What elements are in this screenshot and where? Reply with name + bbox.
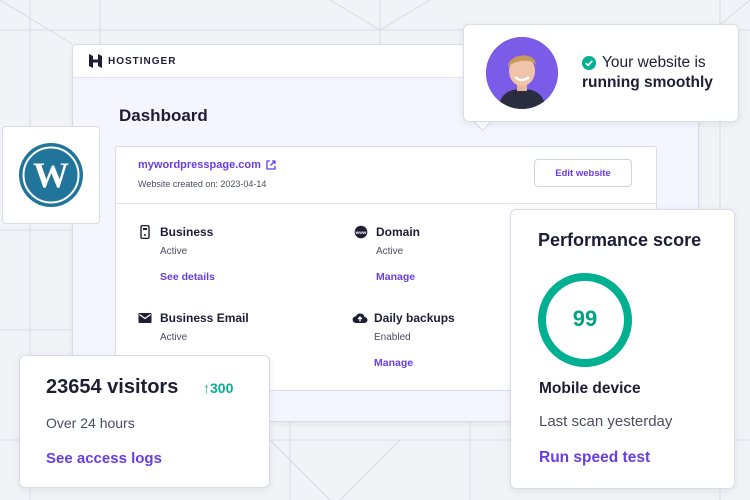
hostinger-logo-icon	[89, 54, 102, 68]
external-link-icon	[266, 160, 276, 170]
arrow-up-icon: ↑	[203, 380, 210, 396]
service-title: Business Email	[160, 311, 249, 325]
svg-text:www: www	[355, 230, 367, 235]
status-line-2: running smoothly	[582, 74, 713, 91]
website-domain: mywordpresspage.com	[138, 159, 261, 171]
avatar	[486, 37, 558, 109]
mail-icon	[138, 313, 152, 323]
status-bubble: Your website is running smoothly	[463, 24, 739, 122]
check-circle-icon	[582, 56, 596, 70]
service-status: Active	[376, 246, 404, 257]
svg-text:W: W	[33, 155, 69, 195]
visitors-card: 23654 visitors ↑300 Over 24 hours See ac…	[19, 355, 270, 488]
page-title: Dashboard	[119, 106, 208, 125]
service-title: Business	[160, 225, 214, 239]
manage-domain-link[interactable]: Manage	[376, 271, 415, 283]
run-speed-test-link[interactable]: Run speed test	[539, 449, 650, 467]
see-details-link[interactable]: See details	[160, 271, 215, 283]
cloud-upload-icon	[352, 313, 368, 323]
status-message: Your website is running smoothly	[582, 53, 713, 93]
last-scan: Last scan yesterday	[539, 413, 673, 430]
website-created-date: Website created on: 2023-04-14	[138, 179, 267, 189]
service-title: Domain	[376, 225, 421, 239]
visitor-count: 23654 visitors	[46, 376, 179, 398]
wordpress-logo-icon: W	[19, 143, 83, 207]
www-icon: www	[355, 225, 368, 239]
performance-device: Mobile device	[539, 380, 641, 397]
visitor-delta: ↑300	[203, 380, 233, 396]
performance-score: 99	[572, 306, 598, 331]
visitor-delta-value: 300	[210, 380, 234, 396]
service-status: Active	[160, 246, 188, 257]
server-icon	[140, 225, 150, 239]
website-card-header: mywordpresspage.com Website created on: …	[116, 147, 656, 204]
manage-backups-link[interactable]: Manage	[374, 357, 413, 369]
brand-name: HOSTINGER	[108, 55, 177, 67]
website-domain-link[interactable]: mywordpresspage.com	[138, 159, 276, 171]
edit-website-button[interactable]: Edit website	[534, 159, 632, 187]
service-status: Enabled	[374, 332, 411, 343]
brand[interactable]: HOSTINGER	[89, 54, 176, 68]
see-access-logs-link[interactable]: See access logs	[46, 450, 162, 467]
performance-card: Performance score 99 Mobile device Last …	[510, 209, 735, 489]
performance-title: Performance score	[538, 230, 702, 250]
status-line-1: Your website is	[602, 54, 706, 71]
wordpress-card: W	[2, 126, 100, 224]
service-status: Active	[160, 332, 188, 343]
service-title: Daily backups	[374, 311, 455, 325]
visitor-period: Over 24 hours	[46, 415, 135, 431]
user-portrait	[486, 37, 558, 109]
